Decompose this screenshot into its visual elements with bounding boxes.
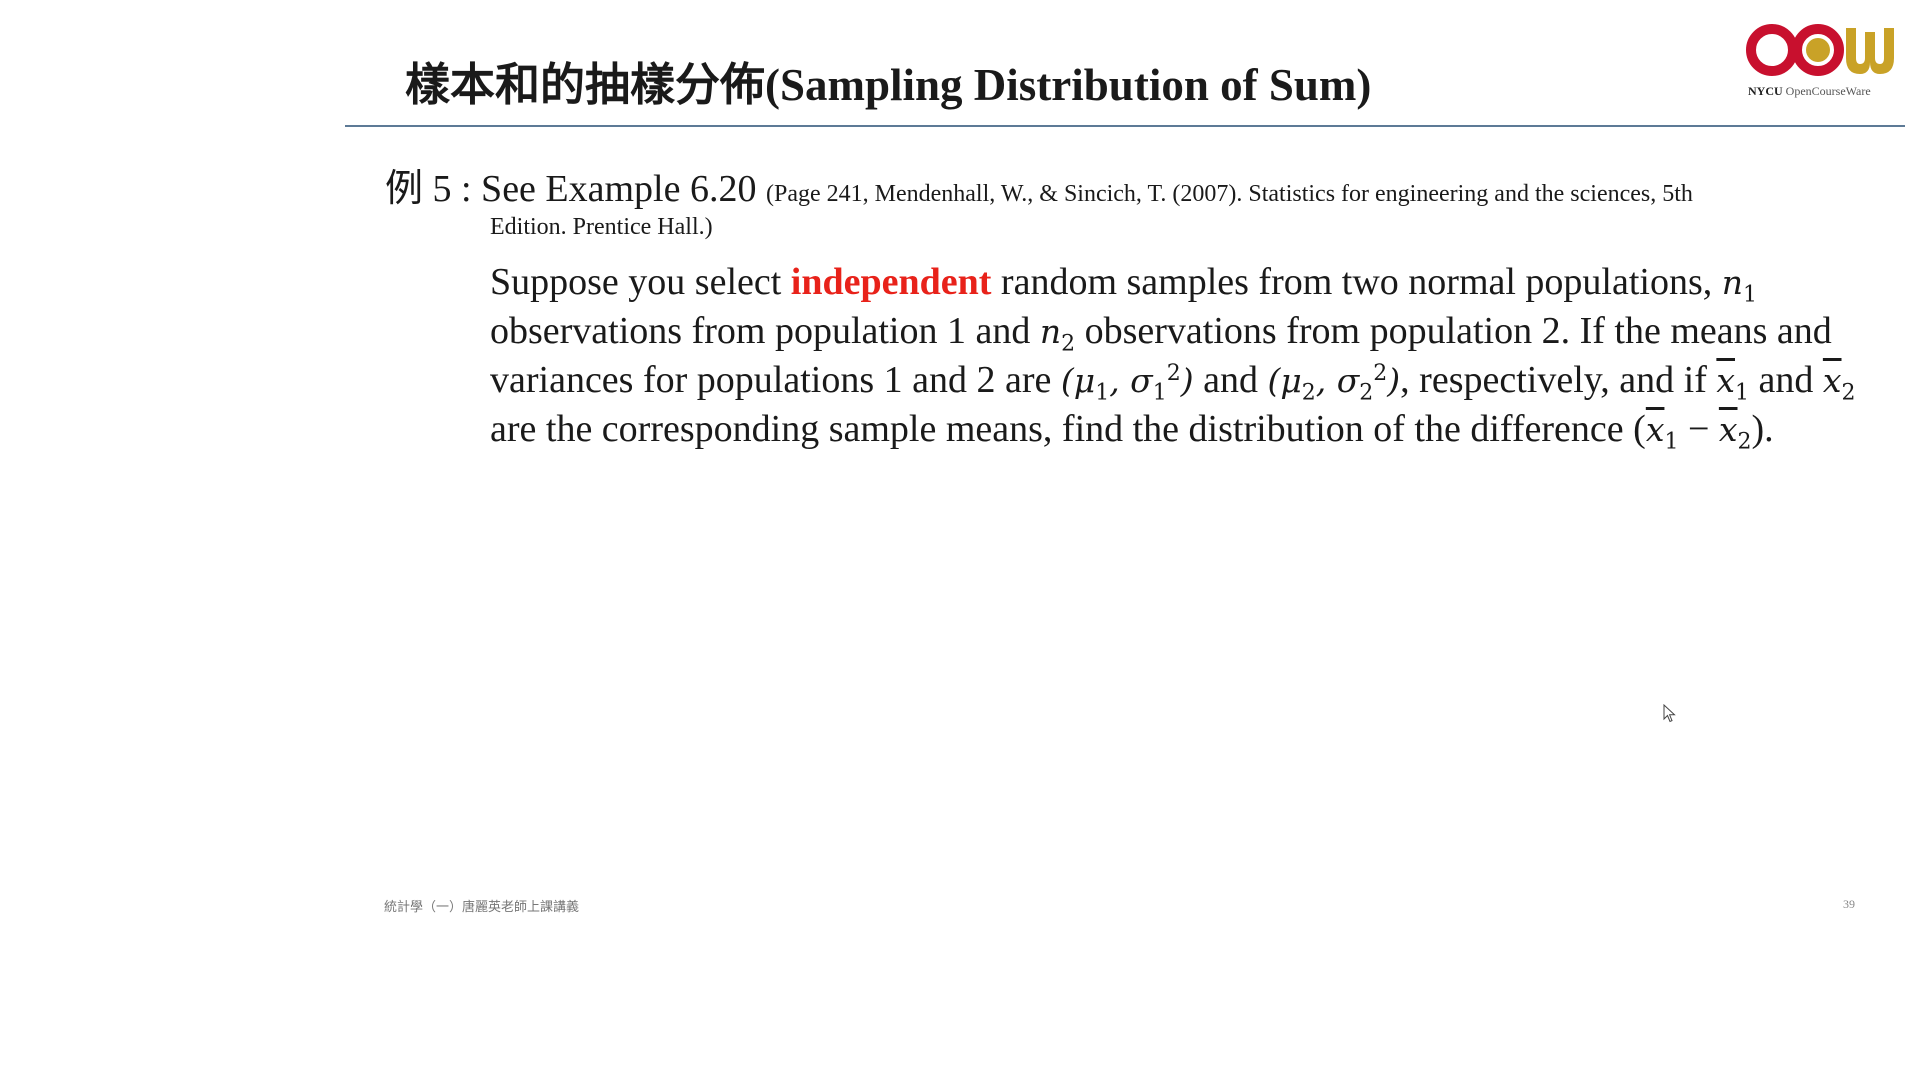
math-xbar2: x2 — [1822, 361, 1856, 406]
example-heading: 例 5 : See Example 6.20 (Page 241, Menden… — [385, 168, 1865, 215]
logo-ocw-text: OpenCourseWare — [1785, 84, 1871, 98]
problem-text: observations from population 1 and — [490, 310, 1040, 352]
ocw-logo: NYCU OpenCourseWare — [1746, 18, 1898, 102]
math-xbar1: x1 — [1645, 410, 1679, 455]
math-xbar1: x1 — [1716, 361, 1749, 406]
example-label: 例 5 : See Example 6.20 — [385, 168, 757, 210]
mouse-cursor-icon — [1663, 704, 1676, 723]
slide-title: 樣本和的抽樣分佈(Sampling Distribution of Sum) — [405, 60, 1372, 110]
title-divider — [345, 125, 1905, 127]
example-reference: (Page 241, Mendenhall, W., & Sincich, T.… — [765, 181, 1693, 207]
problem-text: random samples from two normal populatio… — [991, 261, 1722, 303]
slide-footer: 統計學（一）唐麗英老師上課講義 — [384, 900, 580, 915]
problem-text: and — [1749, 359, 1823, 401]
math-params-1: (μ1, σ12) — [1060, 361, 1194, 406]
ocw-logo-icon — [1746, 24, 1894, 76]
math-xbar2: x2 — [1718, 410, 1752, 455]
problem-statement: Suppose you select independent random sa… — [490, 258, 1870, 454]
math-n2: n2 — [1039, 312, 1076, 357]
problem-text: are the corresponding sample means, find… — [490, 408, 1646, 450]
problem-text: , respectively, and if — [1400, 359, 1717, 401]
math-n1: n1 — [1721, 263, 1758, 308]
math-params-2: (μ2, σ22) — [1267, 361, 1401, 406]
problem-text: − — [1678, 408, 1719, 450]
logo-nycu-text: NYCU — [1748, 84, 1783, 98]
highlight-independent: independent — [790, 261, 992, 303]
problem-text: ). — [1751, 408, 1774, 450]
problem-text: Suppose you select — [490, 261, 791, 303]
page-number: 39 — [1843, 897, 1855, 911]
example-reference-continued: Edition. Prentice Hall.) — [490, 214, 713, 240]
problem-text: and — [1193, 359, 1268, 401]
